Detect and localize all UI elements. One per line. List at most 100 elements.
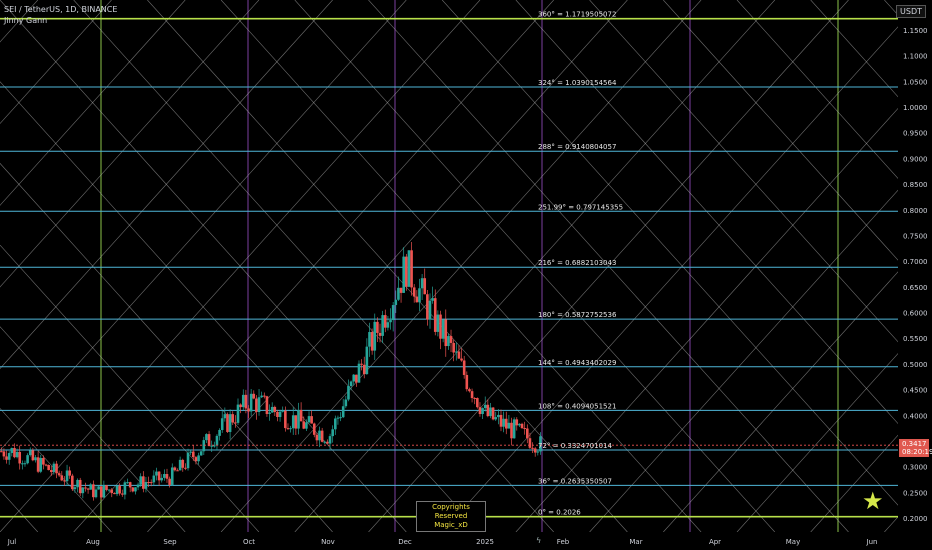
candle-body xyxy=(247,408,250,412)
current-price-badge: 0.3417 08:20:19 xyxy=(899,439,932,457)
candle-body xyxy=(189,451,192,453)
candle-body xyxy=(286,428,290,430)
price-tick-label: 0.6000 xyxy=(903,310,928,318)
gann-level-label: 324° = 1.0390154564 xyxy=(538,79,617,87)
candle-body xyxy=(113,493,116,495)
candle-body xyxy=(63,480,66,482)
candle-body xyxy=(249,393,253,412)
candle-body xyxy=(186,452,190,469)
price-tick-label: 0.2500 xyxy=(903,489,928,497)
candle-body xyxy=(310,416,313,424)
candle-body xyxy=(205,434,208,441)
candle-body xyxy=(36,457,40,472)
candle-body xyxy=(344,399,348,407)
candle-body xyxy=(65,470,69,482)
candle-body xyxy=(497,414,500,418)
candle-body xyxy=(26,455,29,464)
bar-countdown: 08:20:19 xyxy=(902,448,932,456)
candle-body xyxy=(28,450,32,456)
candle-body xyxy=(234,422,237,424)
candle-body xyxy=(142,476,145,489)
candle-body xyxy=(13,448,16,458)
indicator-title[interactable]: Jinny Gann xyxy=(4,15,117,26)
time-tick-label: 2025 xyxy=(476,538,494,546)
candle-body xyxy=(368,332,371,347)
candle-body xyxy=(278,411,282,417)
candle-body xyxy=(478,407,482,415)
candle-body xyxy=(515,419,519,426)
time-tick-label: Apr xyxy=(709,538,721,546)
gann-level-label: 251.99° = 0.797145355 xyxy=(538,203,623,211)
candle-body xyxy=(160,477,164,481)
time-tick-label: Aug xyxy=(86,538,100,546)
candle-body xyxy=(76,479,79,488)
price-tick-label: 0.8000 xyxy=(903,207,928,215)
candle-body xyxy=(531,447,534,449)
candle-body xyxy=(523,428,526,430)
price-axis[interactable]: 1.1500 1.1000 1.0500 1.0000 0.9500 0.9000 0.85… xyxy=(898,0,932,550)
candle-body xyxy=(334,418,337,430)
candle-body xyxy=(236,404,240,423)
candle-body xyxy=(507,422,511,429)
candle-body xyxy=(486,404,490,417)
price-chart[interactable]: 360° = 1.1719505072 324° = 1.0390154564 28… xyxy=(0,0,932,550)
candle-body xyxy=(470,391,474,399)
candle-body xyxy=(152,475,156,483)
candle-body xyxy=(157,471,161,481)
candle-body xyxy=(370,332,374,351)
candle-body xyxy=(215,435,219,446)
candle-body xyxy=(110,489,114,494)
candle-body xyxy=(407,250,411,287)
price-tick-label: 1.0000 xyxy=(903,104,928,112)
candle-body xyxy=(431,298,434,301)
candle-body xyxy=(536,451,540,453)
candle-body xyxy=(97,486,100,490)
candle-body xyxy=(420,278,424,289)
candle-body xyxy=(454,351,458,353)
price-tick-label: 0.9500 xyxy=(903,130,928,138)
currency-button[interactable]: USDT xyxy=(896,5,926,18)
candle-body xyxy=(376,321,379,333)
candle-body xyxy=(244,394,248,409)
candle-body xyxy=(107,489,111,491)
price-tick-label: 0.5500 xyxy=(903,335,928,343)
candle-body xyxy=(184,467,187,469)
current-price-value: 0.3417 xyxy=(902,440,927,448)
candle-body xyxy=(10,448,14,454)
candle-body xyxy=(123,482,127,495)
symbol-title[interactable]: SEI / TetherUS, 1D, BINANCE xyxy=(4,4,117,15)
star-icon[interactable]: ★ xyxy=(862,489,884,513)
candle-body xyxy=(136,484,140,488)
candle-body xyxy=(139,476,142,485)
candle-body xyxy=(273,406,277,412)
candle-body xyxy=(57,473,61,476)
price-tick-label: 0.7500 xyxy=(903,232,928,240)
copyright-watermark: Copyrights Reserved Magic_xD xyxy=(416,501,486,532)
candle-body xyxy=(355,374,358,383)
candle-body xyxy=(331,429,334,437)
candle-body xyxy=(352,374,356,382)
candle-body xyxy=(349,381,353,386)
candle-body xyxy=(92,484,95,498)
candle-body xyxy=(7,453,11,460)
candle-body xyxy=(336,417,340,419)
candle-body xyxy=(373,321,377,351)
gann-level-label: 108° = 0.4094051521 xyxy=(538,402,616,410)
candle-body xyxy=(476,398,479,408)
gann-level-label: 180° = 0.5872752536 xyxy=(538,311,617,319)
candle-body xyxy=(518,423,521,426)
candle-body xyxy=(483,404,487,409)
candle-body xyxy=(526,428,529,439)
candle-body xyxy=(149,482,153,484)
candle-body xyxy=(291,415,295,429)
candle-body xyxy=(126,482,129,484)
candle-body xyxy=(499,414,503,427)
lightning-icon[interactable]: ϟ xyxy=(536,536,541,545)
candle-body xyxy=(533,448,537,453)
time-axis[interactable]: Jul Aug Sep Oct Nov Dec 2025 Feb Mar Apr May Jun xyxy=(0,532,932,550)
candle-body xyxy=(84,487,87,489)
candle-body xyxy=(120,493,124,495)
candle-body xyxy=(402,256,405,293)
candle-body xyxy=(49,470,53,473)
time-tick-label: Oct xyxy=(243,538,255,546)
